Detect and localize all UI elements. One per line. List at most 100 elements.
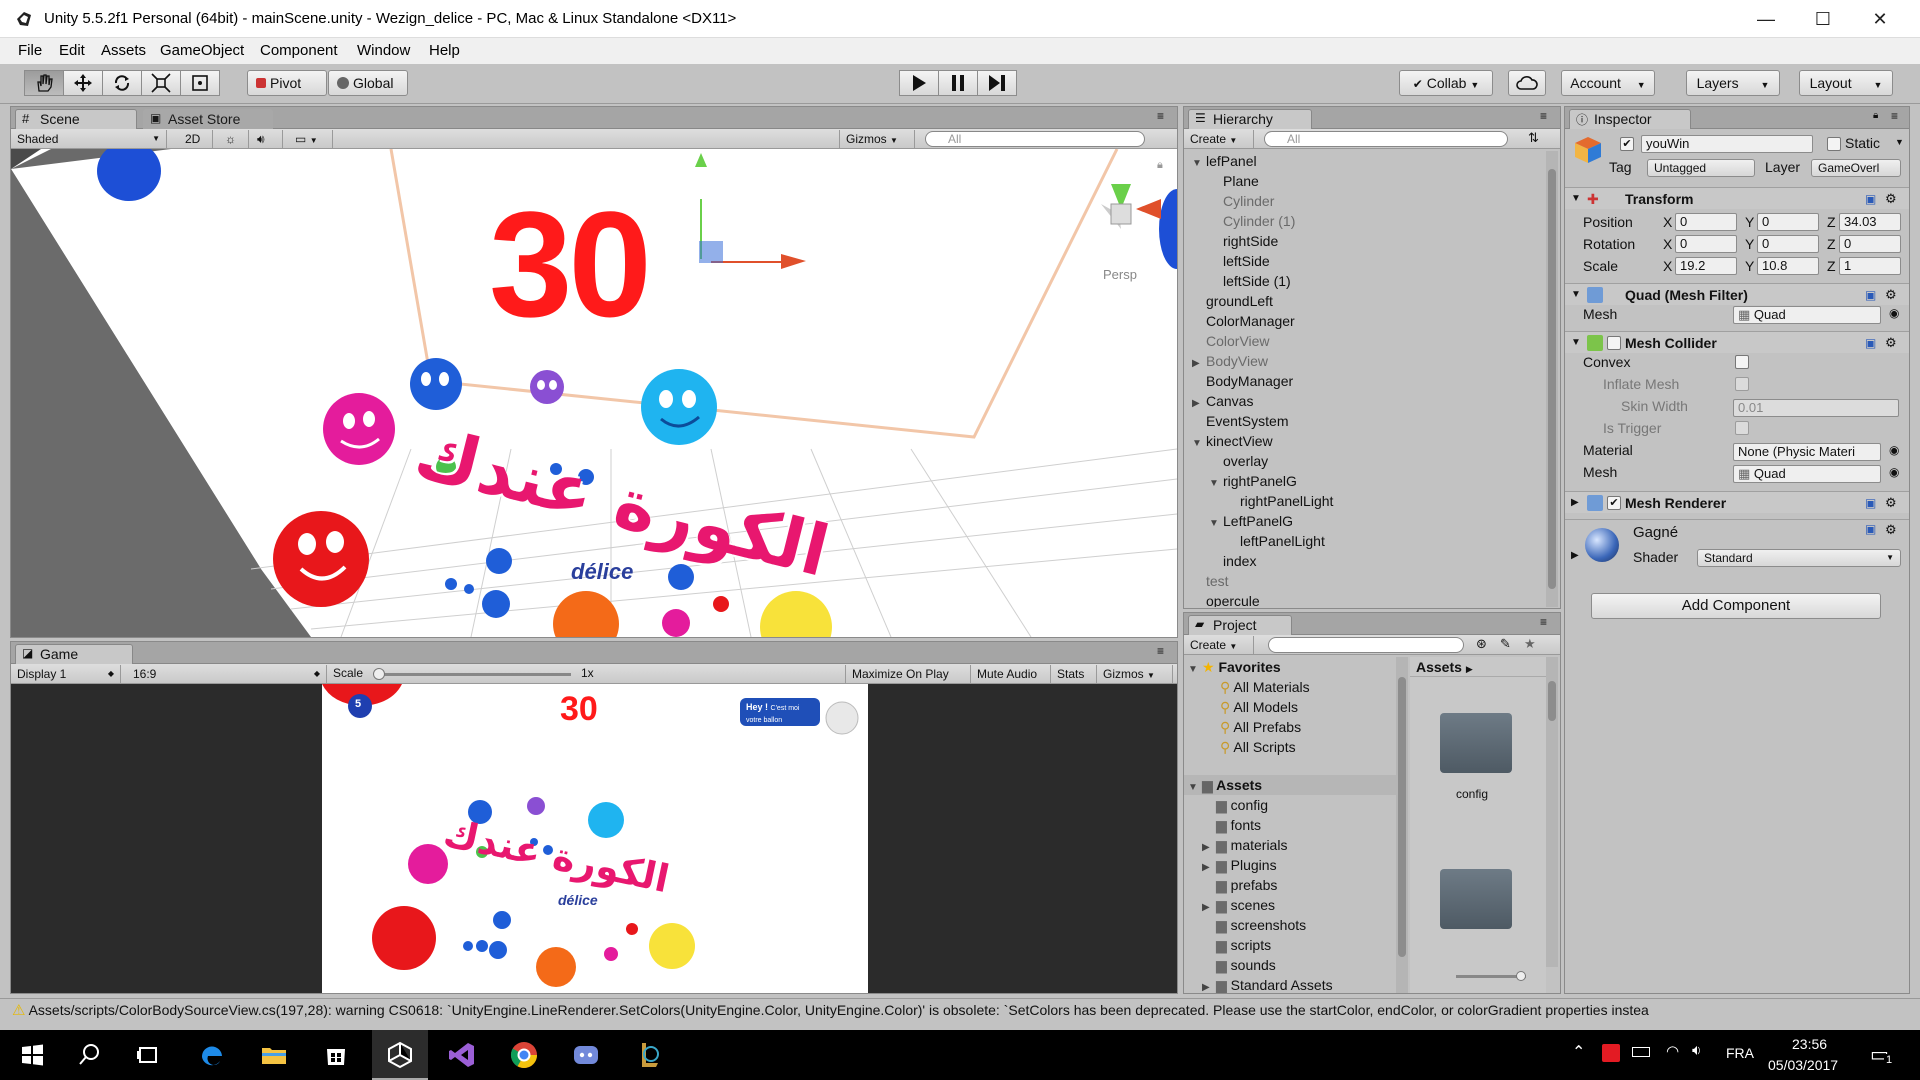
favorite-star-icon[interactable]: ★ bbox=[1524, 636, 1536, 652]
axis-z-label[interactable]: Z bbox=[1827, 211, 1836, 233]
mesh-renderer-enabled-checkbox[interactable]: ✔ bbox=[1607, 496, 1621, 510]
asset-folder-item[interactable]: ▆ prefabs bbox=[1202, 875, 1277, 895]
rotate-tool-button[interactable] bbox=[102, 70, 142, 96]
axis-y-label[interactable]: Y bbox=[1745, 255, 1754, 277]
axis-y-label[interactable]: Y bbox=[1745, 211, 1754, 233]
icon-size-slider-thumb[interactable] bbox=[1516, 971, 1526, 981]
asset-folder-config[interactable] bbox=[1440, 713, 1512, 773]
gear-icon[interactable]: ⚙ bbox=[1885, 522, 1897, 538]
scale-tool-button[interactable] bbox=[141, 70, 181, 96]
hierarchy-item[interactable]: ColorView bbox=[1192, 331, 1270, 351]
cloud-button[interactable] bbox=[1508, 70, 1546, 96]
object-picker-icon[interactable]: ◉ bbox=[1889, 465, 1899, 479]
shading-mode-dropdown[interactable]: Shaded ▼ bbox=[11, 130, 167, 148]
asset-folder-item[interactable]: ▆ fonts bbox=[1202, 815, 1261, 835]
menu-window[interactable]: Window bbox=[357, 42, 410, 59]
icon-size-slider[interactable] bbox=[1456, 971, 1526, 981]
hierarchy-item[interactable]: ▼ lefPanel bbox=[1192, 151, 1257, 171]
favorite-item[interactable]: ⚲ All Models bbox=[1220, 697, 1298, 717]
tab-hierarchy[interactable]: ☰ Hierarchy bbox=[1188, 109, 1312, 129]
favorites-header[interactable]: ▼ ★ Favorites bbox=[1188, 657, 1281, 677]
asset-folder-item[interactable]: ▆ scripts bbox=[1202, 935, 1271, 955]
expand-arrow-icon[interactable]: ▼ bbox=[1209, 514, 1223, 534]
layer-dropdown[interactable]: GameOverl bbox=[1811, 159, 1901, 177]
favorite-item[interactable]: ⚲ All Scripts bbox=[1220, 737, 1296, 757]
tab-project[interactable]: ▰ Project bbox=[1188, 615, 1292, 635]
favorite-item[interactable]: ⚲ All Materials bbox=[1220, 677, 1310, 697]
project-search-input[interactable] bbox=[1268, 637, 1464, 653]
panel-menu-icon[interactable]: ≡ bbox=[1540, 109, 1547, 123]
menu-gameobject[interactable]: GameObject bbox=[160, 42, 244, 59]
static-dropdown-icon[interactable]: ▼ bbox=[1895, 137, 1904, 147]
transform-header[interactable]: ▼ ✚ Transform ▣ ⚙ bbox=[1565, 187, 1909, 209]
mute-audio-toggle[interactable]: Mute Audio bbox=[971, 665, 1051, 683]
add-component-button[interactable]: Add Component bbox=[1591, 593, 1881, 619]
hierarchy-item[interactable]: test bbox=[1192, 571, 1229, 591]
step-button[interactable] bbox=[977, 70, 1017, 96]
persp-label[interactable]: Persp bbox=[1103, 267, 1137, 282]
hierarchy-item[interactable]: opercule bbox=[1192, 591, 1260, 607]
hierarchy-item[interactable]: ▼ rightPanelG bbox=[1209, 471, 1297, 491]
help-book-icon[interactable]: ▣ bbox=[1865, 522, 1876, 536]
project-grid-scrollbar-thumb[interactable] bbox=[1548, 681, 1556, 721]
visual-studio-icon[interactable] bbox=[446, 1039, 478, 1071]
rect-tool-button[interactable] bbox=[180, 70, 220, 96]
language-indicator[interactable]: FRA bbox=[1726, 1045, 1754, 1061]
expand-arrow-icon[interactable]: ▼ bbox=[1192, 154, 1206, 174]
transform-rotation-y-field[interactable]: 0 bbox=[1757, 235, 1819, 253]
axis-y-label[interactable]: Y bbox=[1745, 233, 1754, 255]
transform-position-x-field[interactable]: 0 bbox=[1675, 213, 1737, 231]
audio-toggle[interactable]: 🔊︎ bbox=[251, 130, 283, 148]
axis-z-label[interactable]: Z bbox=[1827, 233, 1836, 255]
transform-position-y-field[interactable]: 0 bbox=[1757, 213, 1819, 231]
game-view[interactable]: 5 30 Hey ! C'est moi votre ballon الكورة… bbox=[322, 684, 868, 993]
gear-icon[interactable]: ⚙ bbox=[1885, 492, 1897, 514]
minimize-button[interactable]: — bbox=[1738, 0, 1794, 38]
display-dropdown[interactable]: Display 1 ◆ bbox=[11, 665, 121, 683]
help-book-icon[interactable]: ▣ bbox=[1865, 284, 1876, 306]
expand-arrow-icon[interactable]: ▼ bbox=[1209, 474, 1223, 494]
transform-scale-y-field[interactable]: 10.8 bbox=[1757, 257, 1819, 275]
volume-icon[interactable]: 🔉︎ bbox=[1692, 1042, 1701, 1059]
panel-menu-icon[interactable]: ≡ bbox=[1157, 644, 1164, 658]
hierarchy-scrollbar[interactable] bbox=[1546, 151, 1558, 607]
close-button[interactable]: ✕ bbox=[1852, 0, 1908, 38]
project-tree-scrollbar[interactable] bbox=[1396, 657, 1408, 993]
effects-dropdown[interactable]: ▭ ▼ bbox=[289, 130, 333, 148]
hierarchy-item[interactable]: Cylinder bbox=[1209, 191, 1274, 211]
hierarchy-item[interactable]: rightPanelLight bbox=[1226, 491, 1333, 511]
hierarchy-item[interactable]: leftSide (1) bbox=[1209, 271, 1291, 291]
transform-position-z-field[interactable]: 34.03 bbox=[1839, 213, 1901, 231]
clock-time[interactable]: 23:56 bbox=[1792, 1036, 1827, 1052]
hierarchy-item[interactable]: leftPanelLight bbox=[1226, 531, 1325, 551]
project-grid-scrollbar[interactable] bbox=[1546, 657, 1558, 967]
tab-inspector[interactable]: ⓘ Inspector bbox=[1569, 109, 1691, 129]
hierarchy-search-input[interactable]: All bbox=[1264, 131, 1508, 147]
gear-icon[interactable]: ⚙ bbox=[1885, 332, 1897, 354]
pivot-toggle[interactable]: Pivot bbox=[247, 70, 327, 96]
hierarchy-item[interactable]: ▼ LeftPanelG bbox=[1209, 511, 1293, 531]
aspect-dropdown[interactable]: 16:9 ◆ bbox=[127, 665, 327, 683]
lock-icon[interactable]: 🔒︎ bbox=[1157, 159, 1163, 172]
asset-folder-item[interactable]: ▶ ▆ Standard Assets bbox=[1202, 975, 1333, 993]
tag-dropdown[interactable]: Untagged bbox=[1647, 159, 1755, 177]
asset-folder-fonts[interactable] bbox=[1440, 869, 1512, 929]
scale-slider[interactable] bbox=[373, 668, 571, 680]
windows-start-icon[interactable] bbox=[16, 1039, 48, 1071]
hierarchy-item[interactable]: ColorManager bbox=[1192, 311, 1295, 331]
transform-scale-z-field[interactable]: 1 bbox=[1839, 257, 1901, 275]
clock-date[interactable]: 05/03/2017 bbox=[1768, 1057, 1838, 1073]
hierarchy-scrollbar-thumb[interactable] bbox=[1548, 169, 1556, 589]
hierarchy-item[interactable]: Cylinder (1) bbox=[1209, 211, 1295, 231]
hierarchy-item[interactable]: Plane bbox=[1209, 171, 1259, 191]
menu-file[interactable]: File bbox=[18, 42, 42, 59]
menu-help[interactable]: Help bbox=[429, 42, 460, 59]
help-book-icon[interactable]: ▣ bbox=[1865, 492, 1876, 514]
2d-toggle[interactable]: 2D bbox=[179, 130, 213, 148]
stats-toggle[interactable]: Stats bbox=[1051, 665, 1097, 683]
sort-icon[interactable]: ⇅ bbox=[1528, 130, 1539, 146]
axis-x-label[interactable]: X bbox=[1663, 233, 1672, 255]
object-name-field[interactable]: youWin bbox=[1641, 135, 1813, 153]
hierarchy-item[interactable]: BodyManager bbox=[1192, 371, 1293, 391]
tab-scene[interactable]: # Scene bbox=[15, 109, 137, 129]
